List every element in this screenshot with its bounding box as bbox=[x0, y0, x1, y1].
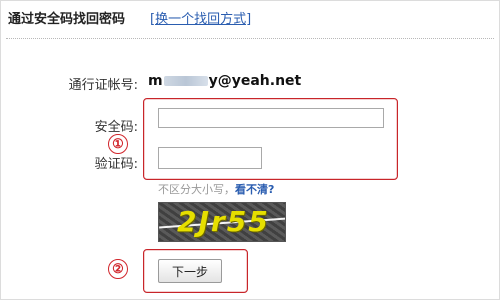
switch-method-link[interactable]: [换一个找回方式] bbox=[150, 8, 251, 27]
captcha-label: 验证码: bbox=[94, 157, 138, 172]
annotation-marker-1: ① bbox=[108, 134, 128, 154]
account-value: m y@yeah.net bbox=[148, 73, 301, 89]
account-redaction bbox=[163, 76, 208, 86]
captcha-hint-text: 不区分大小写， bbox=[158, 183, 235, 196]
account-label: 通行证帐号: bbox=[68, 78, 138, 93]
security-code-input[interactable] bbox=[158, 108, 384, 128]
header-divider bbox=[6, 38, 494, 39]
next-step-button[interactable]: 下一步 bbox=[158, 259, 222, 283]
captcha-hint: 不区分大小写，看不清? bbox=[158, 181, 274, 197]
captcha-code-text: 2Jr55 bbox=[177, 205, 270, 238]
account-suffix: y@yeah.net bbox=[208, 73, 302, 89]
page-title: 通过安全码找回密码 bbox=[8, 12, 126, 27]
account-prefix: m bbox=[148, 73, 163, 89]
security-code-label: 安全码: bbox=[94, 120, 138, 135]
captcha-image[interactable]: 2Jr55 bbox=[158, 202, 286, 242]
captcha-input[interactable] bbox=[158, 147, 262, 169]
refresh-captcha-link[interactable]: 看不清? bbox=[235, 183, 274, 196]
annotation-marker-2: ② bbox=[108, 259, 128, 279]
